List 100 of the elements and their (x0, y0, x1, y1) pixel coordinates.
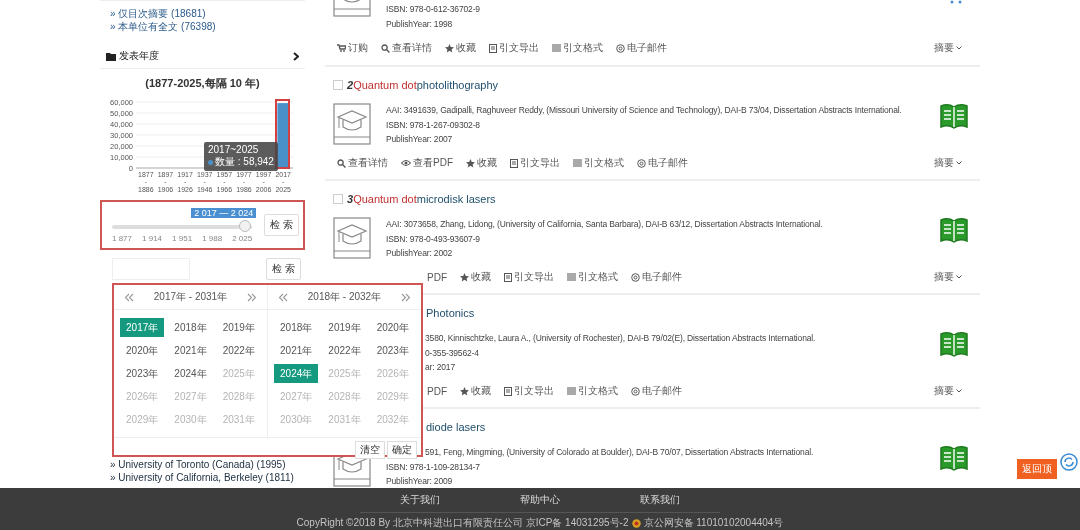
year-cell[interactable]: 2020年 (120, 341, 165, 360)
police-record-text: 京公网安备 11010102004404号 (643, 516, 784, 530)
year-cell[interactable]: 2024年 (274, 364, 319, 383)
picker-range-title: 2018年 - 2032年 (307, 290, 382, 304)
at-sign-icon (631, 272, 640, 282)
year-cell[interactable]: 2021年 (274, 341, 319, 360)
year-cell[interactable]: 2019年 (216, 318, 261, 337)
action-link[interactable]: 收藏 (445, 41, 476, 55)
abstract-toggle[interactable]: 摘要 (934, 41, 962, 55)
year-cell[interactable]: 2024年 (168, 364, 213, 383)
at-sign-icon (637, 158, 646, 168)
action-link[interactable]: 引文格式 (552, 41, 603, 55)
double-chevron-right-icon[interactable] (247, 292, 257, 302)
footer-link[interactable]: 帮助中心 (520, 493, 560, 507)
slider-thumb[interactable] (239, 219, 252, 232)
year-cell[interactable]: 2020年 (370, 318, 415, 337)
filter-link[interactable]: » 仅目次摘要 (18681) (110, 7, 305, 20)
document-icon (504, 272, 512, 282)
open-book-icon[interactable] (939, 331, 969, 357)
double-chevron-right-icon[interactable] (401, 292, 411, 302)
list-icon (552, 44, 561, 52)
year-cell[interactable]: 2019年 (322, 318, 367, 337)
year-cell[interactable]: 2023年 (370, 341, 415, 360)
star-icon (460, 272, 469, 282)
chevron-down-icon (956, 161, 962, 165)
abstract-toggle[interactable]: 摘要 (934, 270, 962, 284)
year-cell[interactable]: 2023年 (120, 364, 165, 383)
chart-title: (1877-2025,每隔 10 年) (144, 76, 261, 91)
footer-link[interactable]: 联系我们 (640, 493, 680, 507)
meta-text: ISBN: 978-0-493-93607-9 (386, 233, 480, 244)
slider-tick-label: 1 877 (112, 233, 133, 243)
action-link[interactable]: PDF (427, 385, 447, 397)
slider-tick-label: 2 025 (232, 233, 253, 243)
year-cell[interactable]: 2022年 (322, 341, 367, 360)
action-link[interactable]: 订购 (337, 41, 368, 55)
search-icon (337, 158, 346, 168)
document-icon (504, 386, 512, 396)
action-link[interactable]: 电子邮件 (631, 384, 682, 398)
tooltip-value: 数量 : 58,942 (215, 155, 274, 169)
chevron-right-icon[interactable] (293, 51, 299, 61)
meta-text: 0-355-39562-4 (425, 347, 479, 358)
police-badge-icon (631, 518, 641, 528)
copyright-text: CopyRight ©2018 By 北京中科进出口有限责任公司 京ICP备 14031295号-2 (296, 516, 629, 530)
institution-link[interactable]: » University of California, Berkeley (1811) (110, 471, 305, 484)
year-cell[interactable]: 2021年 (168, 341, 213, 360)
chevron-down-icon (956, 275, 962, 279)
folder-icon (106, 51, 116, 61)
action-link[interactable]: 引文导出 (489, 41, 539, 55)
range-value-label: 2 017 — 2 024 (191, 207, 257, 218)
meta-text: PublishYear: 2007 (386, 134, 453, 144)
result-title-link[interactable]: diode lasers (426, 421, 486, 433)
filter-link[interactable]: » 本单位有全文 (76398) (110, 20, 305, 33)
double-chevron-left-icon[interactable] (278, 292, 288, 302)
action-link[interactable]: 收藏 (466, 156, 497, 170)
action-link[interactable]: 引文导出 (510, 156, 560, 170)
at-sign-icon (631, 386, 640, 396)
action-link[interactable]: PDF (427, 271, 447, 283)
series-dot-icon (208, 159, 213, 165)
action-link[interactable]: 电子邮件 (616, 41, 667, 55)
footer-link[interactable]: 关于我们 (400, 493, 440, 507)
search-button[interactable]: 检 索 (264, 214, 299, 236)
action-link[interactable]: 收藏 (460, 384, 491, 398)
meta-text: ISBN: 978-0-612-36702-9 (386, 4, 480, 14)
double-chevron-left-icon[interactable] (124, 292, 134, 302)
action-link[interactable]: 查看PDF (401, 156, 453, 170)
year-cell[interactable]: 2022年 (216, 341, 261, 360)
open-book-icon[interactable] (939, 217, 969, 243)
action-link[interactable]: 收藏 (460, 270, 491, 284)
tooltip-title: 2017~2025 (208, 144, 260, 155)
institution-link[interactable]: » University of Toronto (Canada) (1995) (110, 458, 305, 471)
result-title-link[interactable]: 3Quantum dotmicrodisk lasers (347, 193, 496, 205)
action-link[interactable]: 电子邮件 (631, 270, 682, 284)
meta-text: ar: 2017 (425, 362, 455, 372)
refresh-icon[interactable] (1060, 453, 1078, 471)
result-title-link[interactable]: Photonics (426, 307, 475, 319)
document-icon (489, 43, 497, 53)
year-cell[interactable]: 2017年 (120, 318, 165, 337)
action-link[interactable]: 查看详情 (381, 41, 432, 55)
action-link[interactable]: 引文导出 (504, 384, 554, 398)
list-icon (573, 159, 582, 167)
meta-text: PublishYear: 2009 (386, 476, 453, 486)
abstract-toggle[interactable]: 摘要 (934, 156, 962, 170)
action-link[interactable]: 引文格式 (567, 384, 618, 398)
checkbox[interactable] (333, 194, 343, 204)
action-link[interactable]: 引文格式 (567, 270, 618, 284)
picker-button[interactable]: 清空 (355, 441, 385, 459)
action-link[interactable]: 电子邮件 (637, 156, 688, 170)
action-link[interactable]: 引文导出 (504, 270, 554, 284)
picker-button[interactable]: 确定 (387, 441, 417, 459)
year-cell[interactable]: 2018年 (168, 318, 213, 337)
open-book-icon[interactable] (939, 445, 969, 471)
search-button[interactable]: 检 索 (266, 258, 301, 280)
checkbox[interactable] (333, 80, 343, 90)
open-book-icon[interactable] (939, 103, 969, 129)
year-cell[interactable]: 2018年 (274, 318, 319, 337)
result-title-link[interactable]: 2Quantum dotphotolithography (347, 79, 499, 91)
action-link[interactable]: 查看详情 (337, 156, 388, 170)
abstract-toggle[interactable]: 摘要 (934, 384, 962, 398)
action-link[interactable]: 引文格式 (573, 156, 624, 170)
meta-text: PublishYear: 1998 (386, 18, 453, 29)
